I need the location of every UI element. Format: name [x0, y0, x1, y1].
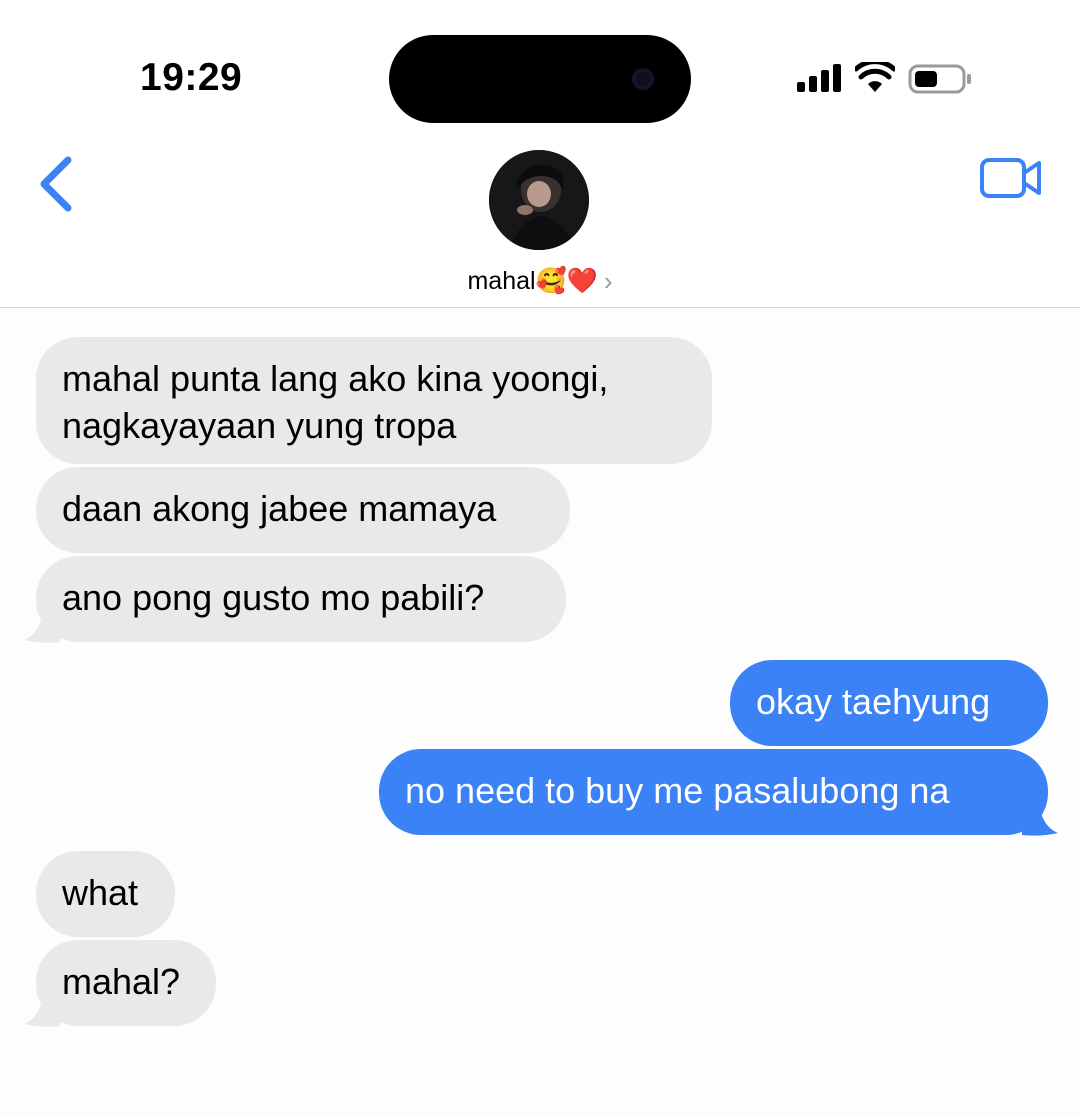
message-text: no need to buy me pasalubong na [405, 770, 950, 811]
back-button[interactable] [30, 150, 82, 222]
cellular-signal-icon [797, 64, 841, 92]
incoming-message[interactable]: mahal punta lang ako kina yoongi, nagkay… [36, 337, 712, 464]
battery-icon [908, 64, 971, 94]
contact-name-button[interactable]: mahal🥰❤️ › [0, 262, 1080, 299]
message-line: mahal punta lang ako kina yoongi, [62, 358, 609, 399]
incoming-message[interactable]: what [36, 851, 175, 937]
message-text: mahal? [62, 961, 181, 1002]
chevron-right-icon: › [603, 266, 613, 296]
bubble-tail [1022, 801, 1058, 836]
message-line: nagkayayaan yung tropa [62, 405, 457, 446]
wifi-icon [855, 62, 895, 92]
contact-avatar[interactable] [489, 150, 589, 250]
bubble-tail [24, 992, 60, 1027]
incoming-message[interactable]: mahal? [36, 940, 216, 1026]
dynamic-island [389, 35, 691, 123]
message-text: what [62, 872, 139, 913]
contact-name: mahal🥰❤️ [467, 267, 598, 295]
incoming-message[interactable]: daan akong jabee mamaya [36, 467, 570, 553]
contact-photo [489, 150, 589, 250]
message-text: okay taehyung [756, 681, 991, 722]
incoming-message[interactable]: ano pong gusto mo pabili? [36, 556, 566, 642]
video-camera-icon[interactable] [979, 155, 1043, 201]
conversation-header: 19:29 mahal🥰❤️ › [0, 0, 1080, 308]
bubble-tail [24, 608, 60, 643]
front-camera-icon [632, 68, 654, 90]
message-thread[interactable]: mahal punta lang ako kina yoongi, nagkay… [0, 308, 1080, 1116]
message-text: daan akong jabee mamaya [62, 488, 497, 529]
message-text: ano pong gusto mo pabili? [62, 577, 485, 618]
outgoing-message[interactable]: no need to buy me pasalubong na [379, 749, 1048, 835]
outgoing-message[interactable]: okay taehyung [730, 660, 1048, 746]
status-time: 19:29 [140, 56, 243, 99]
